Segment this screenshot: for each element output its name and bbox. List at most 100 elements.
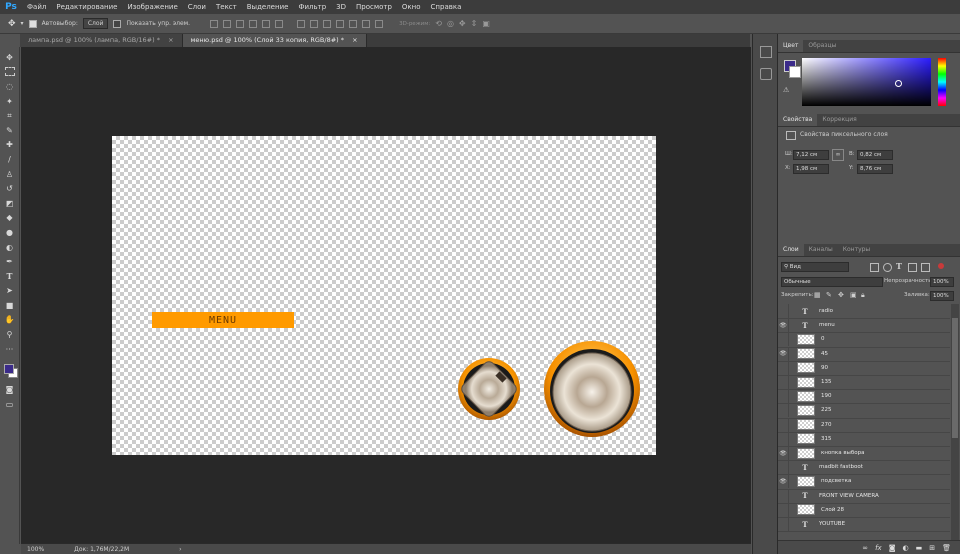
- autoselect-checkbox[interactable]: [28, 19, 37, 28]
- tab-lamp[interactable]: лампа.psd @ 100% (лампа, RGB/16#) * ×: [20, 34, 183, 47]
- menu-help[interactable]: Справка: [426, 3, 467, 11]
- layer-row[interactable]: 90: [778, 360, 950, 376]
- distribute-center-icon[interactable]: [349, 19, 358, 28]
- layer-row[interactable]: Слой 28: [778, 502, 950, 518]
- auto-align-icon[interactable]: [375, 19, 384, 28]
- tab-swatches[interactable]: Образцы: [803, 40, 841, 52]
- color-picker-cursor[interactable]: [895, 80, 902, 87]
- visibility-toggle[interactable]: [778, 460, 789, 475]
- layer-row[interactable]: Tradio: [778, 304, 950, 320]
- slide-3d-icon[interactable]: ⇕: [471, 19, 478, 28]
- layer-name[interactable]: 135: [821, 379, 832, 385]
- menu-image[interactable]: Изображение: [122, 3, 182, 11]
- brush-tool-icon[interactable]: /: [4, 154, 15, 165]
- layer-name[interactable]: menu: [819, 322, 835, 328]
- visibility-toggle[interactable]: [778, 375, 789, 390]
- layer-name[interactable]: FRONT VIEW CAMERA: [819, 493, 879, 499]
- fill-field[interactable]: 100%: [930, 291, 954, 301]
- filter-shape-icon[interactable]: [908, 263, 917, 272]
- actions-panel-icon[interactable]: [760, 68, 772, 80]
- color-field[interactable]: [802, 58, 931, 106]
- visibility-toggle[interactable]: [778, 304, 789, 319]
- zoom-tool-icon[interactable]: ⚲: [4, 329, 15, 340]
- rectangle-tool-icon[interactable]: ■: [4, 300, 15, 311]
- tab-properties[interactable]: Свойства: [778, 114, 818, 126]
- adjustment-layer-icon[interactable]: ◐: [903, 544, 909, 552]
- layers-scrollbar[interactable]: [951, 304, 959, 540]
- bg-swatch[interactable]: [789, 66, 801, 78]
- link-layers-icon[interactable]: ∞: [862, 544, 868, 552]
- quick-mask-icon[interactable]: ◙: [4, 384, 15, 395]
- layer-row[interactable]: 👁︎ Tmenu: [778, 318, 950, 334]
- align-right-icon[interactable]: [275, 19, 284, 28]
- tab-color[interactable]: Цвет: [778, 40, 804, 52]
- layer-name[interactable]: 0: [821, 336, 825, 342]
- layer-filter-dropdown[interactable]: ⚲ Вид: [781, 262, 849, 272]
- layer-row[interactable]: Tmadbit fastboot: [778, 460, 950, 476]
- pen-tool-icon[interactable]: ✒: [4, 256, 15, 267]
- distribute-bottom-icon[interactable]: [323, 19, 332, 28]
- layer-row[interactable]: 135: [778, 375, 950, 391]
- layer-name[interactable]: madbit fastboot: [819, 464, 863, 470]
- chevron-right-icon[interactable]: ›: [179, 546, 181, 553]
- layer-name[interactable]: 315: [821, 436, 832, 442]
- filter-pixel-icon[interactable]: [870, 263, 879, 272]
- y-field[interactable]: 8,76 см: [857, 164, 893, 174]
- autoselect-dropdown[interactable]: Слой: [82, 18, 109, 29]
- visibility-toggle[interactable]: [778, 360, 789, 375]
- layer-name[interactable]: 45: [821, 351, 828, 357]
- menu-view[interactable]: Просмотр: [351, 3, 397, 11]
- menu-select[interactable]: Выделение: [242, 3, 294, 11]
- hand-tool-icon[interactable]: ✋: [4, 314, 15, 325]
- visibility-toggle[interactable]: [778, 417, 789, 432]
- lock-artboard-icon[interactable]: ▣: [850, 291, 857, 299]
- layer-row[interactable]: T YOUTUBE: [778, 517, 950, 533]
- fx-icon[interactable]: fx: [875, 544, 882, 552]
- lock-transparent-icon[interactable]: ▦: [814, 291, 821, 299]
- filter-type-icon[interactable]: T: [896, 261, 902, 271]
- lasso-tool-icon[interactable]: ◌: [4, 81, 15, 92]
- type-tool-icon[interactable]: T: [4, 271, 15, 282]
- layer-row[interactable]: T FRONT VIEW CAMERA: [778, 488, 950, 504]
- align-middle-icon[interactable]: [223, 19, 232, 28]
- eye-icon[interactable]: 👁︎: [778, 446, 789, 461]
- visibility-toggle[interactable]: [778, 488, 789, 503]
- layer-row[interactable]: 315: [778, 431, 950, 447]
- menu-type[interactable]: Текст: [211, 3, 242, 11]
- foreground-color-swatch[interactable]: [3, 364, 14, 375]
- menu-window[interactable]: Окно: [397, 3, 426, 11]
- blend-mode-dropdown[interactable]: Обычные: [781, 277, 883, 287]
- layer-name[interactable]: 190: [821, 393, 832, 399]
- eyedropper-icon[interactable]: ✎: [4, 125, 15, 136]
- dodge-tool-icon[interactable]: ◐: [4, 242, 15, 253]
- lock-pixels-icon[interactable]: ✎: [826, 291, 832, 299]
- tab-adjustments[interactable]: Коррекция: [817, 114, 861, 126]
- eye-icon[interactable]: 👁︎: [778, 474, 789, 489]
- filter-adjust-icon[interactable]: [883, 263, 892, 272]
- path-select-icon[interactable]: ➤: [4, 285, 15, 296]
- layer-name[interactable]: Слой 28: [821, 507, 844, 513]
- new-layer-icon[interactable]: ⊞: [929, 544, 935, 552]
- layer-name[interactable]: 90: [821, 365, 828, 371]
- visibility-toggle[interactable]: [778, 431, 789, 446]
- tab-channels[interactable]: Каналы: [804, 244, 838, 256]
- more-tools-icon[interactable]: ···: [4, 344, 15, 355]
- distribute-middle-icon[interactable]: [310, 19, 319, 28]
- layer-row[interactable]: 👁︎ подсветка: [778, 474, 950, 490]
- crop-tool-icon[interactable]: ⌗: [4, 110, 15, 121]
- clone-stamp-icon[interactable]: ♙: [4, 169, 15, 180]
- layer-name[interactable]: YOUTUBE: [819, 521, 845, 527]
- color-swatches[interactable]: [3, 362, 18, 379]
- menu-3d[interactable]: 3D: [331, 3, 351, 11]
- link-icon[interactable]: ∞: [832, 149, 844, 161]
- layer-name[interactable]: подсветка: [821, 478, 851, 484]
- visibility-toggle[interactable]: [778, 389, 789, 404]
- close-icon[interactable]: ×: [168, 36, 173, 44]
- history-panel-icon[interactable]: [760, 46, 772, 58]
- trash-icon[interactable]: 🗑︎: [942, 544, 951, 552]
- menu-file[interactable]: Файл: [22, 3, 51, 11]
- layer-name[interactable]: 270: [821, 422, 832, 428]
- move-tool-icon[interactable]: ✥: [4, 52, 15, 63]
- layer-name[interactable]: radio: [819, 308, 833, 314]
- distribute-left-icon[interactable]: [336, 19, 345, 28]
